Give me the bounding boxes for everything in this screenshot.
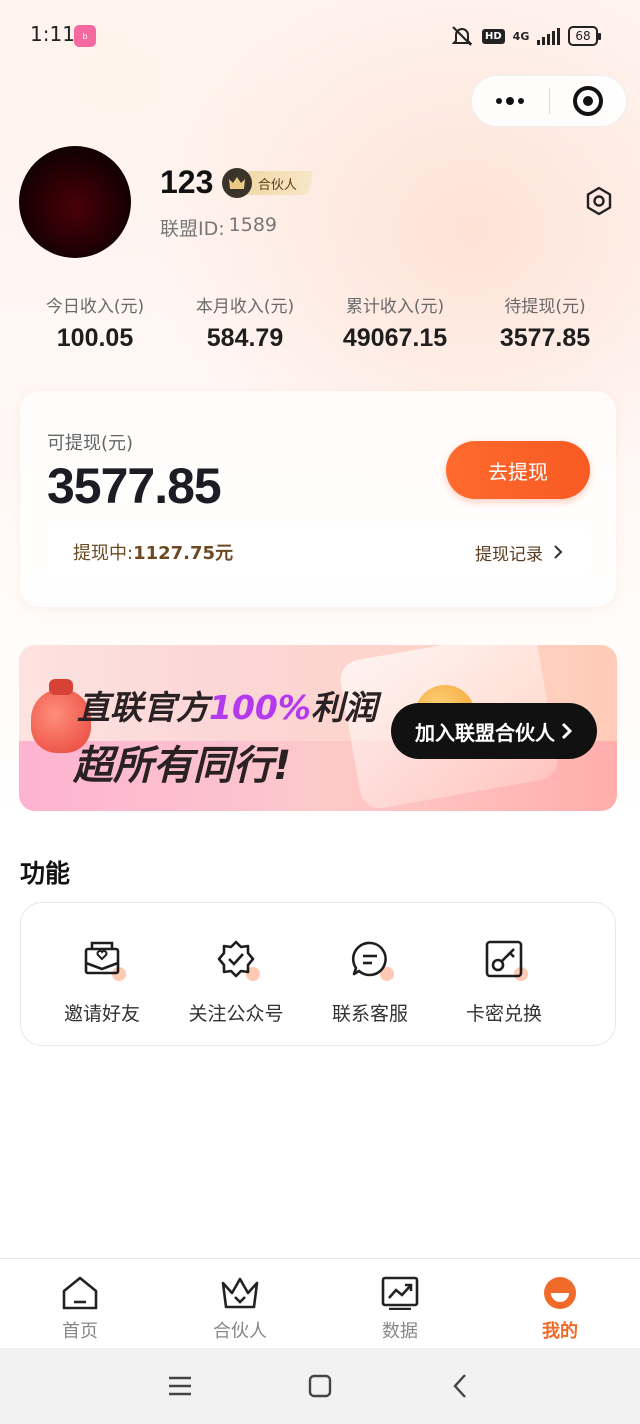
records-label: 提现记录	[475, 544, 543, 565]
member-id-label: 联盟ID:	[160, 218, 225, 240]
back-button[interactable]	[390, 1348, 530, 1424]
tab-label: 合伙人	[213, 1321, 267, 1342]
join-partner-label: 加入联盟合伙人	[415, 720, 555, 745]
back-arrow-icon	[453, 1374, 466, 1398]
pending-value: 1127.75元	[133, 543, 234, 564]
network-label: 4G	[512, 29, 530, 43]
miniprogram-capsule	[471, 75, 627, 127]
settings-hex-icon	[586, 186, 612, 216]
partner-badge: 合伙人	[222, 168, 314, 198]
home-icon	[62, 1276, 98, 1310]
avatar[interactable]	[19, 146, 131, 258]
app-notification-icon: b	[74, 25, 96, 47]
member-id: 联盟ID: 1589	[160, 214, 277, 241]
stat-today: 今日收入(元) 100.05	[20, 294, 170, 356]
feature-label: 联系客服	[331, 1003, 408, 1025]
mute-bell-icon	[451, 26, 473, 46]
target-icon	[572, 86, 603, 116]
close-miniprogram-button[interactable]	[550, 75, 627, 127]
pending-withdraw: 提现中:1127.75元	[73, 539, 233, 565]
withdraw-button[interactable]: 去提现	[446, 441, 590, 499]
feature-redeem-code[interactable]: 卡密兑换	[437, 903, 571, 1045]
income-stats: 今日收入(元) 100.05 本月收入(元) 584.79 累计收入(元) 49…	[20, 294, 620, 356]
stat-value: 100.05	[56, 324, 134, 352]
stat-value: 3577.85	[499, 324, 591, 352]
key-card-icon	[485, 940, 523, 978]
feature-contact-support[interactable]: 联系客服	[303, 903, 437, 1045]
username: 123	[160, 164, 214, 200]
member-id-value: 1589	[228, 214, 277, 236]
feature-label: 关注公众号	[188, 1003, 284, 1025]
chevron-right-icon	[554, 545, 563, 559]
square-icon	[308, 1374, 332, 1398]
crown-icon	[222, 168, 252, 198]
invite-envelope-icon	[84, 941, 120, 975]
feature-label: 卡密兑换	[465, 1003, 542, 1025]
tab-data[interactable]: 数据	[320, 1259, 480, 1348]
withdraw-status-bar: 提现中:1127.75元 提现记录	[45, 523, 591, 581]
tab-label: 我的	[542, 1321, 578, 1342]
stat-label: 本月收入(元)	[195, 297, 295, 317]
recent-apps-button[interactable]	[110, 1348, 250, 1424]
status-indicators: HD 4G 68	[450, 20, 601, 52]
stat-value: 584.79	[206, 324, 284, 352]
status-time: 1:11	[30, 22, 75, 46]
banner-percent: 100%	[209, 688, 311, 727]
chat-bubble-icon	[351, 941, 387, 977]
withdrawable-label: 可提现(元)	[47, 433, 134, 454]
profile-icon	[544, 1277, 576, 1309]
signal-icon	[537, 27, 561, 45]
battery-icon: 68	[568, 26, 601, 46]
verified-badge-icon	[217, 940, 255, 978]
stat-month: 本月收入(元) 584.79	[170, 294, 320, 356]
feature-follow-account[interactable]: 关注公众号	[169, 903, 303, 1045]
more-menu-button[interactable]	[472, 75, 549, 127]
stat-label: 累计收入(元)	[345, 297, 445, 317]
tab-label: 首页	[62, 1321, 98, 1342]
tab-partner[interactable]: 合伙人	[160, 1259, 320, 1348]
system-navigation-bar	[0, 1348, 640, 1424]
feature-label: 邀请好友	[63, 1003, 140, 1025]
stat-total: 累计收入(元) 49067.15	[320, 294, 470, 356]
stat-pending-withdraw: 待提现(元) 3577.85	[470, 294, 620, 356]
withdraw-card: 可提现(元) 3577.85 去提现 提现中:1127.75元 提现记录	[20, 391, 616, 607]
banner-subheadline: 超所有同行!	[73, 743, 292, 789]
tab-label: 数据	[382, 1321, 418, 1342]
pending-label: 提现中:	[73, 543, 134, 564]
crown-icon	[221, 1277, 259, 1309]
more-dot-icon	[518, 98, 525, 104]
stat-label: 待提现(元)	[504, 297, 586, 317]
partner-promo-banner[interactable]: 直联官方100%利润 超所有同行! 加入联盟合伙人	[19, 645, 617, 811]
chart-icon	[381, 1276, 419, 1310]
menu-icon	[169, 1376, 191, 1396]
settings-button[interactable]	[582, 184, 616, 218]
stat-label: 今日收入(元)	[45, 297, 145, 317]
chevron-right-icon	[561, 722, 573, 740]
withdraw-records-link[interactable]: 提现记录	[475, 540, 563, 565]
features-title: 功能	[20, 859, 71, 888]
join-partner-button[interactable]: 加入联盟合伙人	[391, 703, 597, 759]
withdrawable-amount: 3577.85	[47, 458, 222, 514]
partner-badge-label: 合伙人	[258, 177, 298, 193]
home-button[interactable]	[250, 1348, 390, 1424]
banner-headline: 直联官方100%利润	[77, 688, 377, 727]
tab-home[interactable]: 首页	[0, 1259, 160, 1348]
hd-icon: HD	[482, 28, 505, 44]
tab-mine[interactable]: 我的	[480, 1259, 640, 1348]
features-card: 邀请好友 关注公众号 联系客服 卡密兑换	[20, 902, 616, 1046]
more-dot-icon	[496, 98, 503, 104]
stat-value: 49067.15	[342, 324, 448, 352]
more-dot-icon	[506, 97, 515, 105]
feature-invite-friends[interactable]: 邀请好友	[35, 903, 169, 1045]
bottom-tab-bar: 首页 合伙人 数据 我的	[0, 1258, 640, 1348]
